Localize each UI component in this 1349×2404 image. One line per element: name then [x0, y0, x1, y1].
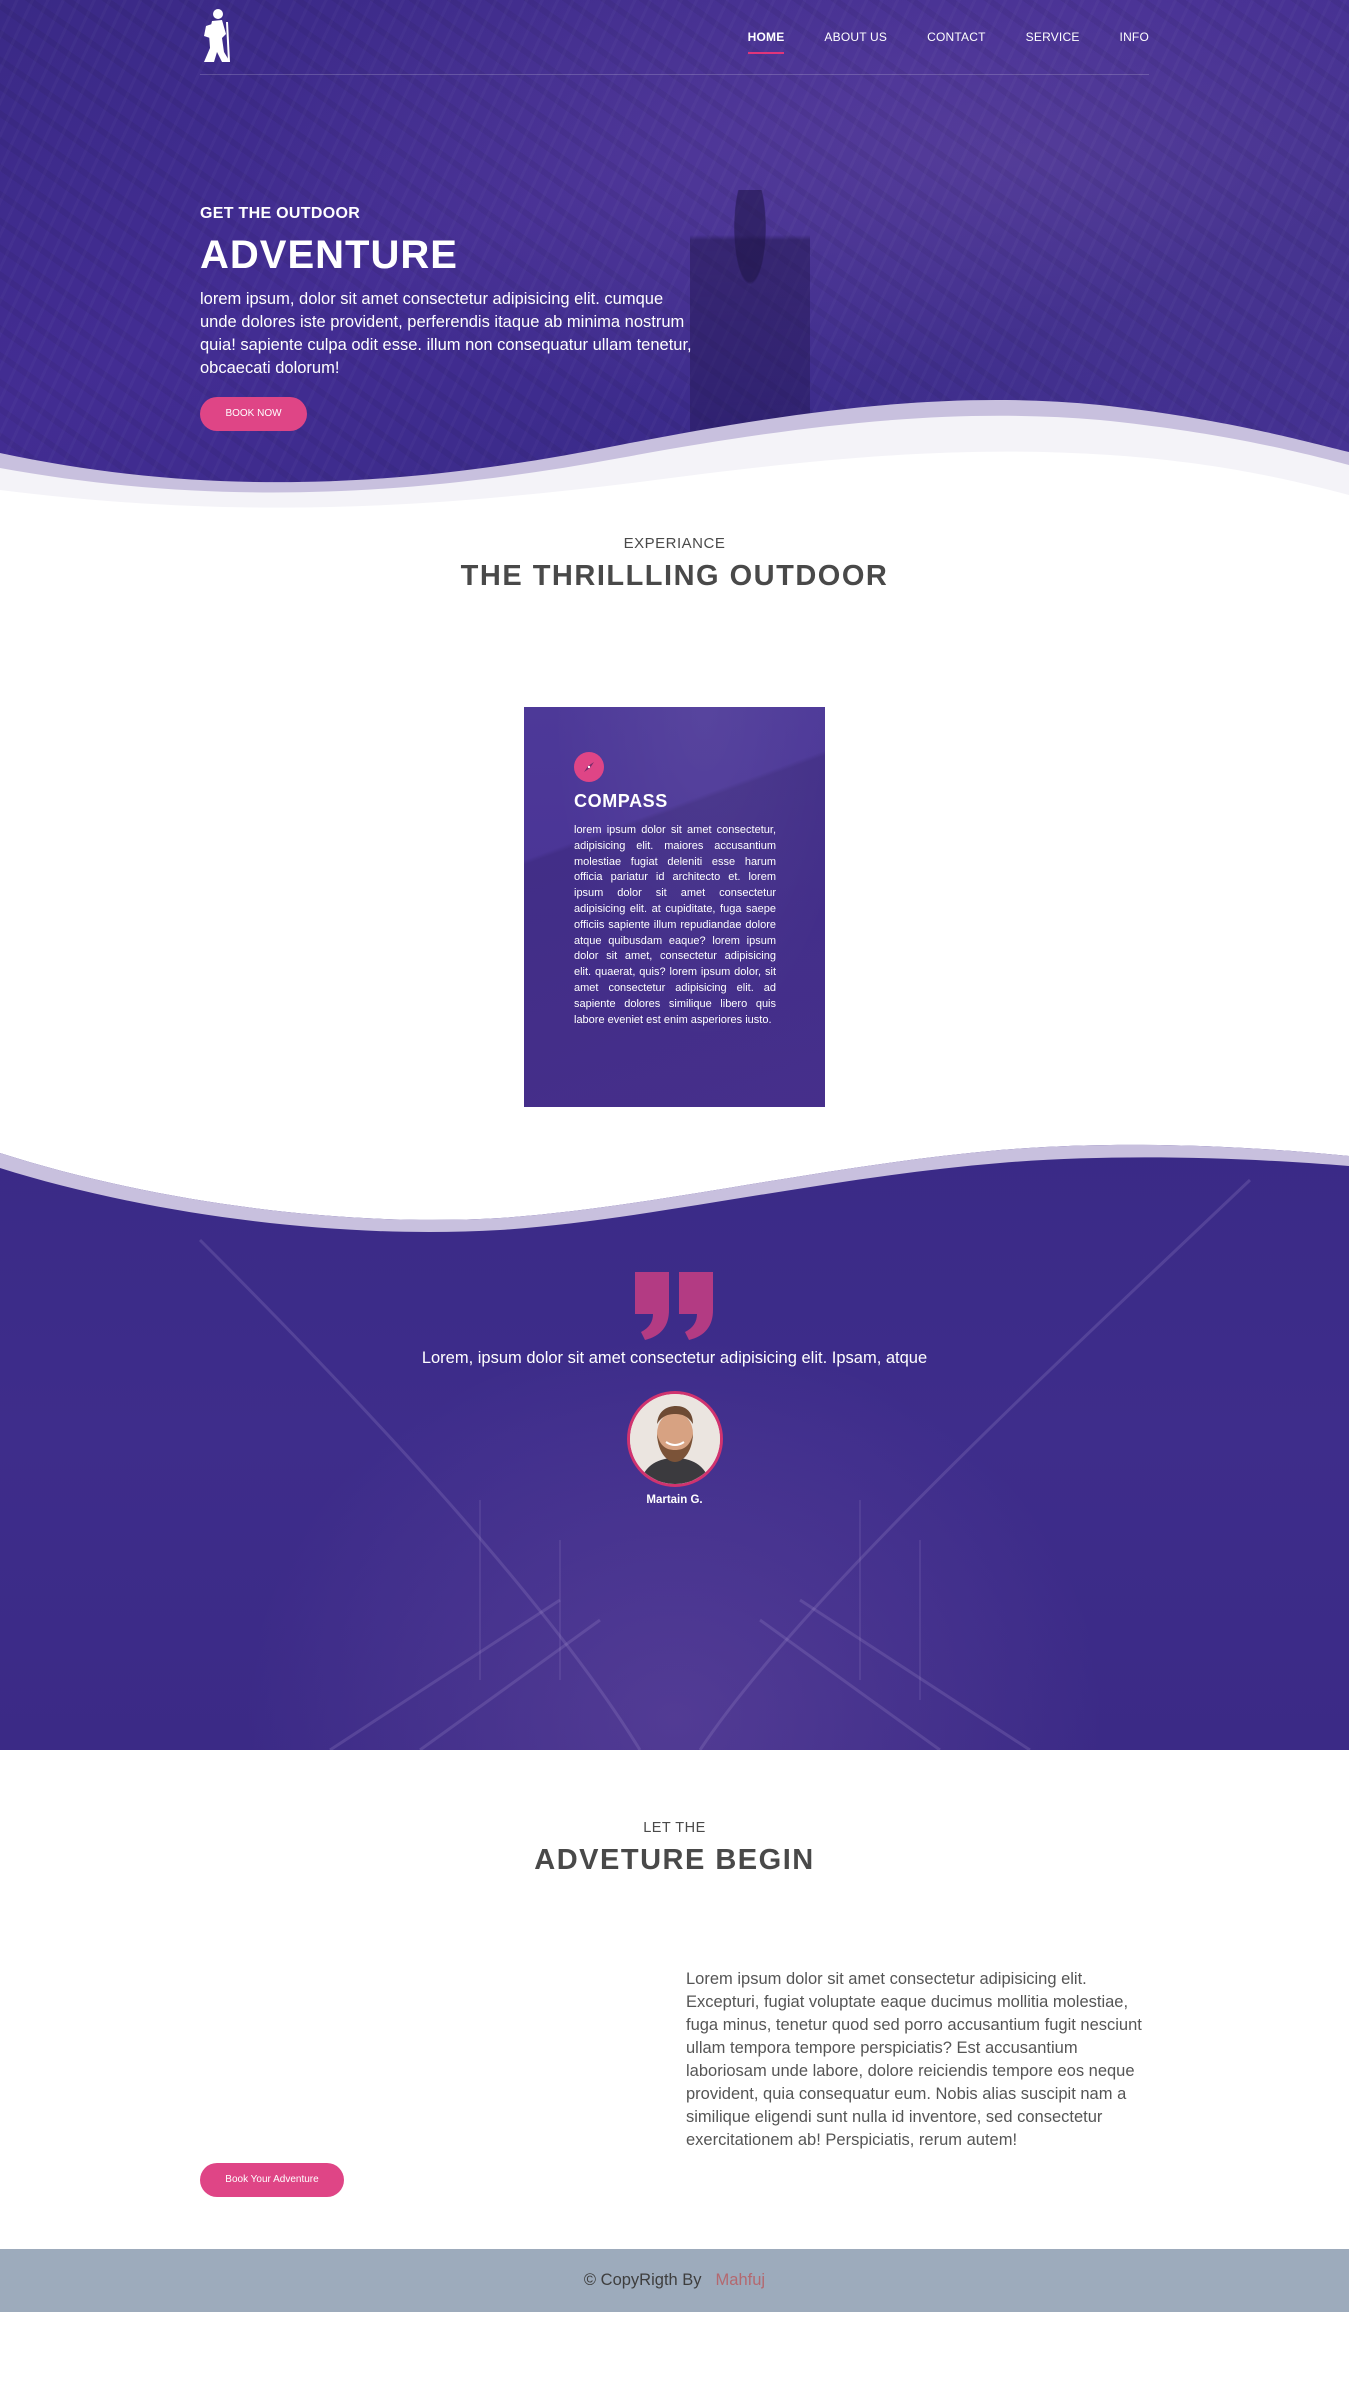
nav-info[interactable]: INFO — [1120, 30, 1149, 44]
adventure-heading: LET THE ADVETURE BEGIN — [0, 1820, 1349, 1877]
adventure-kicker: LET THE — [643, 1820, 706, 1836]
nav-service[interactable]: SERVICE — [1026, 30, 1080, 44]
hero-text-block: GET THE OUTDOOR ADVENTURE lorem ipsum, d… — [200, 205, 700, 380]
quote-icon — [635, 1272, 713, 1340]
card-text: lorem ipsum dolor sit amet consectetur, … — [574, 824, 776, 1026]
hero-description: lorem ipsum, dolor sit amet consectetur … — [200, 290, 692, 377]
footer-author-link[interactable]: Mahfuj — [716, 2271, 766, 2290]
book-your-adventure-button[interactable]: Book Your Adventure — [200, 2163, 344, 2197]
hero-title: ADVENTURE — [200, 233, 458, 277]
testimonial-wave-divider — [0, 1108, 1349, 1233]
avatar — [627, 1391, 723, 1487]
adventure-text: Lorem ipsum dolor sit amet consectetur a… — [686, 1970, 1142, 2149]
nav-about-us[interactable]: ABOUT US — [824, 30, 887, 44]
top-navbar: HOME ABOUT US CONTACT SERVICE INFO — [200, 0, 1149, 75]
book-now-button[interactable]: BOOK NOW — [200, 397, 307, 431]
testimonial-quote: Lorem, ipsum dolor sit amet consectetur … — [421, 1349, 928, 1367]
experience-kicker: EXPERIANCE — [623, 535, 726, 552]
compass-icon — [574, 752, 604, 782]
footer: © CopyRigth By Mahfuj — [0, 2249, 1349, 2312]
adventure-title: ADVETURE BEGIN — [534, 1844, 815, 1876]
card-title: COMPASS — [574, 791, 668, 811]
hero-kicker: GET THE OUTDOOR — [200, 205, 361, 222]
experience-heading: EXPERIANCE THE THRILLLING OUTDOOR — [0, 535, 1349, 593]
testimonial-author: Martain G. — [646, 1494, 703, 1506]
experience-title: THE THRILLLING OUTDOOR — [460, 560, 889, 592]
footer-copyright: © CopyRigth By — [583, 2271, 702, 2289]
main-nav: HOME ABOUT US CONTACT SERVICE INFO — [708, 30, 1149, 54]
hiker-icon[interactable] — [200, 8, 238, 64]
nav-contact[interactable]: CONTACT — [927, 30, 986, 44]
nav-home[interactable]: HOME — [747, 30, 785, 54]
compass-card: COMPASS lorem ipsum dolor sit amet conse… — [524, 707, 825, 1107]
